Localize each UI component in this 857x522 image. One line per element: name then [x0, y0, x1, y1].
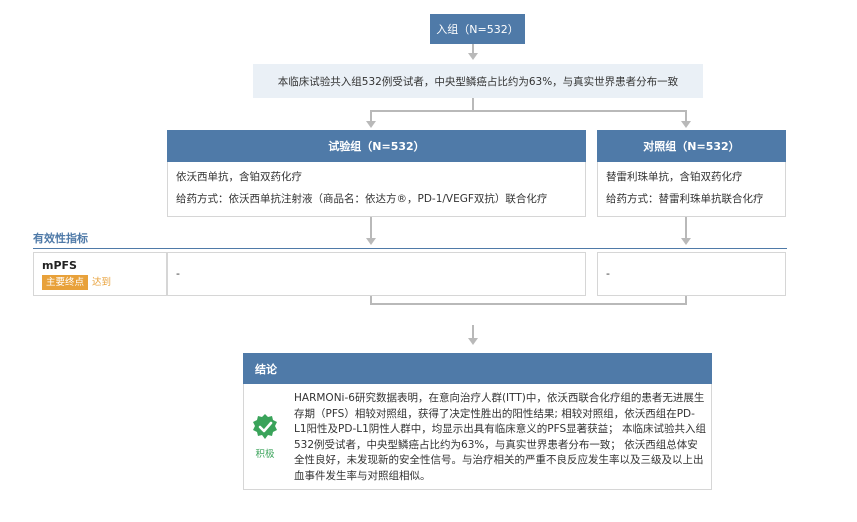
efficacy-section-title: 有效性指标 — [33, 232, 88, 245]
enrollment-box: 入组（N=532） — [430, 14, 525, 44]
arrow-down-icon — [468, 338, 478, 345]
control-arm-header: 对照组（N=532） — [597, 130, 786, 162]
experimental-arm-drug: 依沃西单抗，含铂双药化疗 — [176, 171, 302, 183]
experimental-arm-title: 试验组（N=532） — [328, 140, 425, 153]
control-arm-drug: 替雷利珠单抗，含铂双药化疗 — [606, 171, 743, 183]
enrollment-summary: 本临床试验共入组532例受试者，中央型鳞癌占比约为63%，与真实世界患者分布一致 — [253, 64, 703, 98]
connector — [472, 325, 474, 339]
control-arm-card: 对照组（N=532） 替雷利珠单抗，含铂双药化疗 给药方式：替雷利珠单抗联合化疗 — [597, 130, 786, 217]
experimental-arm-header: 试验组（N=532） — [167, 130, 586, 162]
arrow-down-icon — [681, 238, 691, 245]
mpfs-control-value-cell: - — [597, 252, 786, 296]
endpoint-met-tag: 达到 — [92, 277, 112, 288]
conclusion-title: 结论 — [255, 362, 277, 376]
connector — [685, 217, 687, 239]
connector — [370, 110, 686, 112]
conclusion-body: 积极 HARMONi-6研究数据表明，在意向治疗人群(ITT)中，依沃西联合化疗… — [243, 384, 712, 490]
arrow-down-icon — [681, 121, 691, 128]
mpfs-control-value: - — [606, 267, 610, 280]
efficacy-section-divider — [33, 248, 787, 249]
connector — [472, 98, 474, 110]
positive-badge: 积极 — [250, 412, 280, 460]
mpfs-label: mPFS — [42, 259, 77, 272]
control-arm-admin: 给药方式：替雷利珠单抗联合化疗 — [606, 193, 764, 205]
mpfs-experimental-value-cell: - — [167, 252, 586, 296]
summary-text: 本临床试验共入组532例受试者，中央型鳞癌占比约为63%，与真实世界患者分布一致 — [277, 75, 679, 88]
connector — [370, 217, 372, 239]
primary-endpoint-tag: 主要终点 — [42, 275, 89, 290]
conclusion-header: 结论 — [243, 353, 712, 384]
experimental-arm-body: 依沃西单抗，含铂双药化疗 给药方式：依沃西单抗注射液（商品名：依达方®，PD-1… — [167, 162, 586, 217]
positive-badge-label: 积极 — [255, 449, 275, 460]
enrollment-label: 入组（N=532） — [436, 23, 519, 36]
control-arm-title: 对照组（N=532） — [643, 140, 740, 153]
arrow-down-icon — [468, 53, 478, 60]
check-shield-icon — [253, 414, 277, 439]
arrow-down-icon — [366, 121, 376, 128]
conclusion-card: 结论 积极 HARMONi-6研究数据表明，在意向治疗人群(ITT)中，依沃西联… — [243, 353, 712, 490]
conclusion-text: HARMONi-6研究数据表明，在意向治疗人群(ITT)中，依沃西联合化疗组的患… — [294, 392, 706, 482]
control-arm-body: 替雷利珠单抗，含铂双药化疗 给药方式：替雷利珠单抗联合化疗 — [597, 162, 786, 217]
arrow-down-icon — [366, 238, 376, 245]
connector — [370, 303, 687, 305]
experimental-arm-card: 试验组（N=532） 依沃西单抗，含铂双药化疗 给药方式：依沃西单抗注射液（商品… — [167, 130, 586, 217]
experimental-arm-admin: 给药方式：依沃西单抗注射液（商品名：依达方®，PD-1/VEGF双抗）联合化疗 — [176, 193, 548, 205]
mpfs-experimental-value: - — [176, 267, 180, 280]
mpfs-label-cell: mPFS 主要终点 达到 — [33, 252, 167, 296]
